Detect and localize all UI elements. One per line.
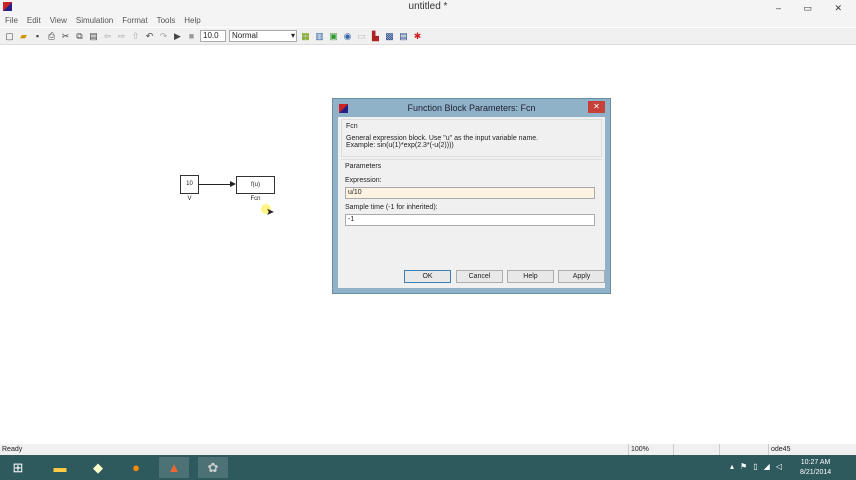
- menu-help[interactable]: Help: [184, 14, 200, 27]
- status-zoom: 100%: [628, 444, 673, 455]
- stop-time-input[interactable]: 10.0: [200, 30, 226, 42]
- menu-edit[interactable]: Edit: [27, 14, 41, 27]
- model-advisor-icon[interactable]: ▦: [300, 31, 311, 42]
- expression-input[interactable]: u/10: [345, 187, 595, 199]
- apply-button[interactable]: Apply: [558, 270, 605, 283]
- description-text: General expression block. Use "u" as the…: [346, 135, 539, 142]
- clock-date: 8/21/2014: [800, 469, 832, 476]
- status-ready: Ready: [2, 446, 23, 453]
- menu-simulation[interactable]: Simulation: [76, 14, 113, 27]
- status-empty-2: [719, 444, 768, 455]
- taskbar: ⊞ ▬ ◆ ● ▲ ✿ ▴⚑▯◢◁ 10:27 AM 8/21/2014: [0, 455, 856, 480]
- redo-icon[interactable]: ↷: [158, 31, 169, 42]
- matlab-icon[interactable]: ▲: [159, 457, 189, 478]
- update-icon[interactable]: ▣: [328, 31, 339, 42]
- toolbar: ▢ ▰ ▪ ⎙ ✂ ⧉ ▤ ⇦ ⇨ ⇧ ↶ ↷ ▶ ■ 10.0 Normal ▾…: [0, 28, 856, 45]
- menu-view[interactable]: View: [50, 14, 67, 27]
- paste-icon[interactable]: ▤: [88, 31, 99, 42]
- new-icon[interactable]: ▢: [4, 31, 15, 42]
- status-solver: ode45: [768, 444, 790, 455]
- function-block-parameters-dialog: Function Block Parameters: Fcn ✕ Fcn Gen…: [332, 98, 611, 294]
- undo-icon[interactable]: ↶: [144, 31, 155, 42]
- sample-time-input[interactable]: -1: [345, 214, 595, 226]
- dialog-app-icon: [339, 104, 348, 113]
- print-icon[interactable]: ⎙: [46, 31, 57, 42]
- properties-icon[interactable]: ▤: [398, 31, 409, 42]
- simulation-mode-value: Normal: [232, 31, 258, 40]
- debug-icon[interactable]: ◉: [342, 31, 353, 42]
- tray-icons[interactable]: ▴⚑▯◢◁: [730, 462, 788, 471]
- status-empty-1: [673, 444, 719, 455]
- status-bar: Ready 100% ode45: [0, 444, 856, 455]
- expression-label: Expression:: [345, 177, 382, 184]
- example-text: Example: sin(u(1)*exp(2.3*(-u(2)))): [346, 142, 454, 149]
- model-explorer-icon[interactable]: ▩: [384, 31, 395, 42]
- fcn-block[interactable]: f(u): [236, 176, 275, 194]
- simulink-taskbar-icon[interactable]: ✿: [198, 457, 228, 478]
- menu-bar: File Edit View Simulation Format Tools H…: [0, 14, 856, 27]
- parameters-label: Parameters: [345, 163, 382, 170]
- menu-file[interactable]: File: [5, 14, 18, 27]
- open-icon[interactable]: ▰: [18, 31, 29, 42]
- back-icon[interactable]: ⇦: [102, 31, 113, 42]
- constant-block[interactable]: 10: [180, 175, 199, 194]
- constant-value: 10: [186, 181, 193, 187]
- copy-icon[interactable]: ⧉: [74, 31, 85, 42]
- fcn-label: Fcn: [250, 196, 261, 202]
- forward-icon[interactable]: ⇨: [116, 31, 127, 42]
- simulation-mode-select[interactable]: Normal ▾: [229, 30, 297, 42]
- sample-time-label: Sample time (-1 for inherited):: [345, 204, 438, 211]
- file-explorer-icon[interactable]: ▬: [45, 457, 75, 478]
- clock-time: 10:27 AM: [800, 459, 831, 466]
- title-bar: untitled * – ▭ ✕: [0, 0, 856, 14]
- chevron-down-icon: ▾: [290, 31, 295, 40]
- menu-tools[interactable]: Tools: [157, 14, 176, 27]
- ok-button[interactable]: OK: [404, 270, 451, 283]
- signal-line[interactable]: [199, 184, 231, 185]
- block-type-label: Fcn: [346, 123, 358, 130]
- dialog-title: Function Block Parameters: Fcn: [407, 103, 536, 113]
- simulink-app-icon: [3, 2, 12, 11]
- menu-format[interactable]: Format: [122, 14, 147, 27]
- description-group: Fcn General expression block. Use "u" as…: [341, 119, 602, 157]
- stop-icon[interactable]: ■: [186, 31, 197, 42]
- constant-label: V: [187, 196, 192, 202]
- folder-icon[interactable]: ◆: [83, 457, 113, 478]
- window-controls[interactable]: – ▭ ✕: [776, 1, 852, 15]
- clock[interactable]: 10:27 AM 8/21/2014: [800, 458, 831, 478]
- windows-start-icon[interactable]: ⊞: [3, 457, 33, 478]
- library-browser-icon[interactable]: ▙: [370, 31, 381, 42]
- close-icon[interactable]: ✕: [588, 101, 605, 113]
- dialog-body: Fcn General expression block. Use "u" as…: [338, 117, 605, 288]
- window-title: untitled *: [408, 1, 448, 12]
- build-icon[interactable]: ▥: [314, 31, 325, 42]
- cut-icon[interactable]: ✂: [60, 31, 71, 42]
- up-icon[interactable]: ⇧: [130, 31, 141, 42]
- disabled-tool-icon[interactable]: ▭: [356, 31, 367, 42]
- mouse-cursor-icon: ➤: [266, 207, 275, 218]
- firefox-icon[interactable]: ●: [121, 457, 151, 478]
- cancel-button[interactable]: Cancel: [456, 270, 503, 283]
- run-icon[interactable]: ▶: [172, 31, 183, 42]
- save-icon[interactable]: ▪: [32, 31, 43, 42]
- debugger-icon[interactable]: ✱: [412, 31, 423, 42]
- help-button[interactable]: Help: [507, 270, 554, 283]
- parameters-group: Parameters Expression: u/10 Sample time …: [341, 159, 602, 232]
- fcn-expression: f(u): [251, 182, 260, 188]
